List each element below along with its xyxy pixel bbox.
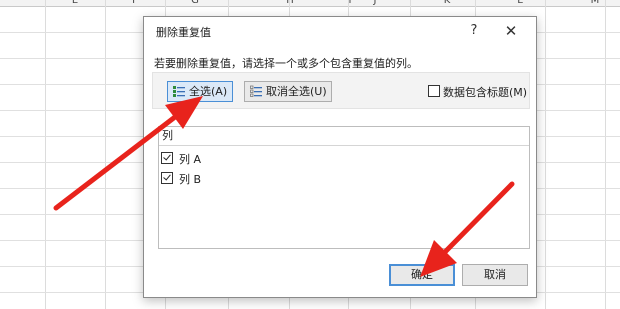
column-header-e[interactable]: E	[45, 0, 105, 6]
column-b-label: 列 B	[179, 173, 202, 186]
column-header-g[interactable]: G	[165, 0, 225, 6]
unselect-all-button[interactable]: 取消全选(U)	[244, 81, 332, 102]
unselect-all-label: 取消全选(U)	[266, 85, 327, 98]
grid-line	[605, 0, 606, 309]
list-item[interactable]: 列 A	[161, 150, 361, 166]
column-header-row: E F G H I J K L M	[0, 0, 620, 7]
column-header-j[interactable]: J	[345, 0, 405, 6]
close-button[interactable]: ✕	[500, 21, 522, 41]
header-checkbox[interactable]	[428, 85, 440, 97]
column-b-checkbox[interactable]	[161, 172, 173, 184]
column-header-f[interactable]: F	[105, 0, 165, 6]
columns-list: 列 列 A 列 B	[158, 126, 530, 249]
select-all-icon	[173, 86, 185, 97]
columns-list-header: 列	[159, 127, 529, 146]
dialog-title: 删除重复值	[156, 26, 211, 39]
instruction-text: 若要删除重复值，请选择一个或多个包含重复值的列。	[154, 57, 418, 70]
unselect-all-icon	[250, 85, 262, 97]
select-all-label: 全选(A)	[189, 85, 228, 98]
list-item[interactable]: 列 B	[161, 170, 361, 186]
header-checkbox-label[interactable]: 数据包含标题(M)	[443, 84, 527, 100]
column-header-k[interactable]: K	[417, 0, 477, 6]
grid-line	[105, 0, 106, 309]
remove-duplicates-dialog: 删除重复值 ? ✕ 若要删除重复值，请选择一个或多个包含重复值的列。 全选(A)	[143, 16, 537, 298]
column-header-l[interactable]: L	[490, 0, 550, 6]
column-a-label: 列 A	[179, 153, 202, 166]
grid-line	[545, 0, 546, 309]
column-header-h[interactable]: H	[260, 0, 320, 6]
column-a-checkbox[interactable]	[161, 152, 173, 164]
column-header-m[interactable]: M	[565, 0, 620, 6]
dialog-titlebar[interactable]: 删除重复值 ? ✕	[144, 17, 536, 45]
select-all-button[interactable]: 全选(A)	[167, 81, 233, 102]
cancel-button[interactable]: 取消	[462, 264, 528, 286]
help-button[interactable]: ?	[464, 21, 484, 41]
grid-line	[45, 0, 46, 309]
columns-list-header-label: 列	[162, 129, 173, 142]
ok-button[interactable]: 确定	[389, 264, 455, 286]
options-panel: 全选(A) 取消全选(U) 数据包含标题(M)	[152, 72, 530, 109]
